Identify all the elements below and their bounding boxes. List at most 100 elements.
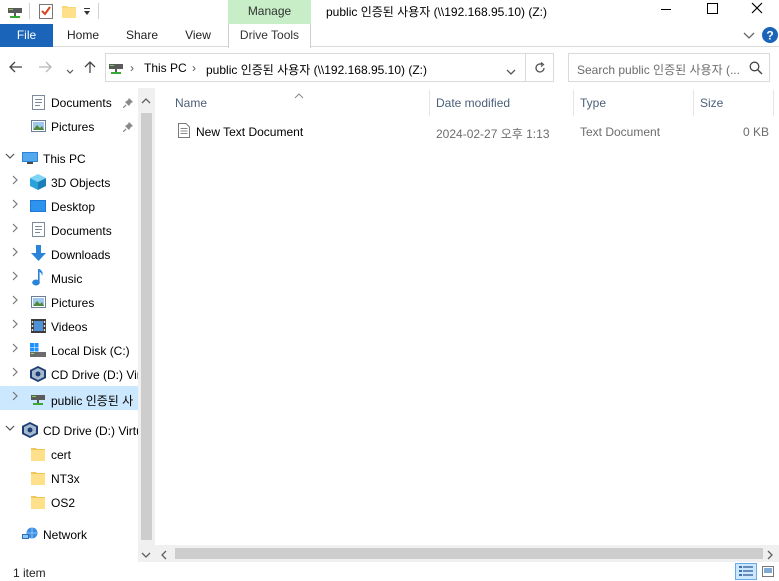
- maximize-button[interactable]: [689, 0, 735, 22]
- chevron-right-icon[interactable]: [11, 319, 19, 332]
- customize-qat-icon[interactable]: [83, 6, 91, 20]
- chevron-down-icon[interactable]: [506, 65, 516, 79]
- chevron-down-icon[interactable]: [5, 151, 15, 164]
- forward-arrow-icon[interactable]: [38, 61, 52, 76]
- chevron-up-icon[interactable]: [141, 94, 151, 108]
- window-title: public 인증된 사용자 (\\192.168.95.10) (Z:): [326, 5, 547, 19]
- cd-drive-icon: [22, 422, 38, 441]
- horizontal-scrollbar-thumb[interactable]: [175, 548, 763, 559]
- refresh-button[interactable]: [526, 53, 554, 82]
- chevron-down-icon[interactable]: [141, 548, 151, 562]
- properties-icon[interactable]: [39, 3, 53, 22]
- file-name[interactable]: New Text Document: [196, 125, 303, 139]
- column-divider[interactable]: [429, 90, 430, 116]
- chevron-right-icon[interactable]: [11, 247, 19, 260]
- tab-share[interactable]: Share: [116, 24, 168, 47]
- tab-home[interactable]: Home: [58, 24, 108, 47]
- expand-ribbon-icon[interactable]: [743, 30, 755, 44]
- documents-icon: [32, 95, 45, 113]
- nav-quick-documents[interactable]: Documents: [0, 90, 138, 114]
- pictures-icon: [31, 120, 46, 135]
- nav-local-disk[interactable]: Local Disk (C:): [0, 338, 138, 362]
- chevron-right-icon[interactable]: [11, 367, 19, 380]
- desktop-icon: [30, 200, 46, 215]
- nav-quick-pictures[interactable]: Pictures: [0, 114, 138, 138]
- videos-icon: [31, 319, 46, 336]
- chevron-right-icon[interactable]: [11, 199, 19, 212]
- chevron-right-icon[interactable]: [11, 271, 19, 284]
- details-view-icon: [739, 566, 753, 580]
- search-input[interactable]: Search public 인증된 사용자 (...: [568, 53, 770, 82]
- column-header-type[interactable]: Type: [580, 96, 606, 110]
- nav-videos[interactable]: Videos: [0, 314, 138, 338]
- nav-documents[interactable]: Documents: [0, 218, 138, 242]
- folder-icon: [31, 447, 45, 464]
- nav-folder-os2[interactable]: OS2: [0, 490, 138, 514]
- sort-indicator-icon: [294, 88, 304, 102]
- tab-file[interactable]: File: [0, 24, 53, 47]
- chevron-right-icon[interactable]: ›: [192, 61, 196, 75]
- nav-3d-objects[interactable]: 3D Objects: [0, 170, 138, 194]
- nav-desktop[interactable]: Desktop: [0, 194, 138, 218]
- nav-this-pc[interactable]: This PC: [0, 146, 138, 170]
- nav-network[interactable]: Network: [0, 522, 138, 546]
- chevron-right-icon[interactable]: [11, 391, 19, 404]
- nav-downloads[interactable]: Downloads: [0, 242, 138, 266]
- large-icons-view-icon: [762, 566, 774, 580]
- local-disk-icon: [30, 343, 46, 360]
- file-size: 0 KB: [743, 125, 770, 139]
- pin-icon[interactable]: [122, 121, 133, 135]
- nav-folder-cert[interactable]: cert: [0, 442, 138, 466]
- this-pc-icon: [22, 152, 38, 168]
- column-divider[interactable]: [773, 90, 774, 116]
- nav-pictures[interactable]: Pictures: [0, 290, 138, 314]
- column-header-date[interactable]: Date modified: [436, 96, 510, 110]
- nav-cd-drive[interactable]: CD Drive (D:) Vir: [0, 362, 141, 386]
- address-bar[interactable]: › This PC › public 인증된 사용자 (\\192.168.95…: [105, 53, 526, 82]
- tab-drive-tools[interactable]: Drive Tools: [228, 24, 311, 48]
- pictures-icon: [31, 296, 46, 311]
- chevron-right-icon[interactable]: [11, 343, 19, 356]
- refresh-icon: [534, 62, 546, 77]
- details-view-button[interactable]: [735, 563, 757, 580]
- column-header-size[interactable]: Size: [700, 96, 723, 110]
- tab-view[interactable]: View: [175, 24, 221, 47]
- nav-public-drive[interactable]: public 인증된 사: [0, 386, 138, 410]
- chevron-right-icon[interactable]: [11, 295, 19, 308]
- folder-icon: [31, 471, 45, 488]
- network-drive-icon[interactable]: [8, 6, 22, 21]
- chevron-right-icon[interactable]: [11, 223, 19, 236]
- new-folder-icon[interactable]: [62, 4, 76, 21]
- breadcrumb-current[interactable]: public 인증된 사용자 (\\192.168.95.10) (Z:): [206, 61, 427, 78]
- chevron-left-icon[interactable]: [160, 549, 168, 563]
- recent-locations-icon[interactable]: [66, 64, 74, 78]
- network-drive-icon: [109, 62, 123, 77]
- nav-folder-nt3x[interactable]: NT3x: [0, 466, 138, 490]
- ribbon-tabs: File Home Share View Drive Tools ?: [0, 24, 779, 48]
- back-arrow-icon[interactable]: [9, 61, 23, 76]
- nav-scrollbar-thumb[interactable]: [141, 113, 152, 540]
- nav-cd-drive-root[interactable]: CD Drive (D:) Virtu: [0, 418, 143, 442]
- navigation-pane: Documents Pictures This PC 3D Objects De…: [0, 88, 155, 562]
- close-button[interactable]: [735, 0, 779, 22]
- folder-icon: [31, 495, 45, 512]
- downloads-icon: [31, 245, 46, 265]
- help-icon[interactable]: ?: [762, 27, 778, 46]
- pin-icon[interactable]: [122, 97, 133, 111]
- breadcrumb-this-pc[interactable]: This PC: [144, 61, 187, 75]
- cd-drive-icon: [30, 366, 46, 385]
- chevron-right-icon[interactable]: ›: [130, 61, 134, 75]
- nav-music[interactable]: Music: [0, 266, 138, 290]
- chevron-down-icon[interactable]: [5, 423, 15, 436]
- large-icons-view-button[interactable]: [759, 563, 777, 580]
- minimize-button[interactable]: [643, 0, 689, 22]
- up-arrow-icon[interactable]: [84, 60, 96, 77]
- manage-tab-header: Manage: [228, 0, 311, 24]
- navigation-bar: › This PC › public 인증된 사용자 (\\192.168.95…: [0, 48, 779, 88]
- column-header-name[interactable]: Name: [175, 96, 207, 110]
- music-icon: [32, 269, 44, 289]
- column-divider[interactable]: [693, 90, 694, 116]
- column-divider[interactable]: [573, 90, 574, 116]
- chevron-right-icon[interactable]: [11, 175, 19, 188]
- chevron-right-icon[interactable]: [766, 549, 774, 563]
